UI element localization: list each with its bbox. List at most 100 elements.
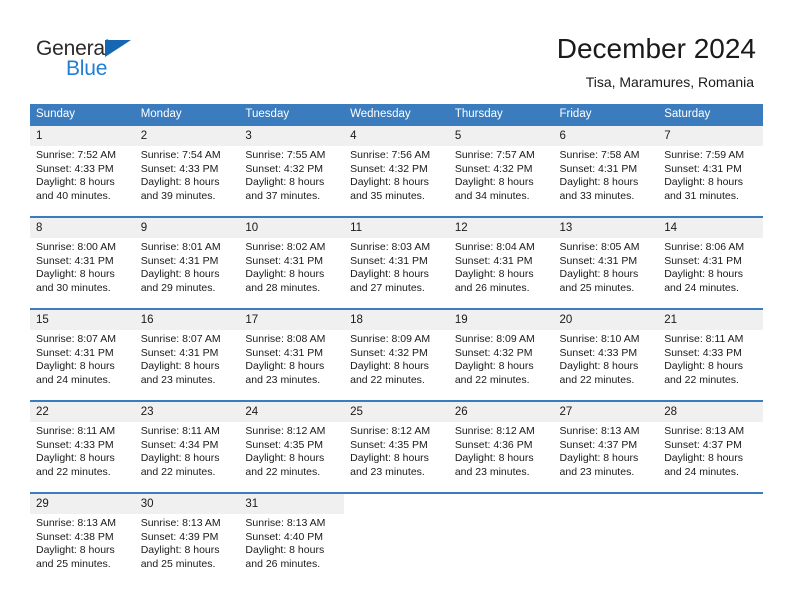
sunrise-text: Sunrise: 8:10 AM bbox=[559, 333, 640, 345]
sunrise-text: Sunrise: 8:13 AM bbox=[245, 517, 326, 529]
calendar-day-cell[interactable]: 23 Sunrise: 8:11 AM Sunset: 4:34 PM Dayligh… bbox=[134, 400, 240, 480]
sunset-text: Sunset: 4:31 PM bbox=[36, 254, 114, 267]
calendar-day-cell[interactable]: 20 Sunrise: 8:10 AM Sunset: 4:33 PM Dayligh… bbox=[553, 308, 659, 388]
calendar-day-cell[interactable]: 17 Sunrise: 8:08 AM Sunset: 4:31 PM Dayligh… bbox=[239, 308, 345, 388]
daylight-text-line2: and 22 minutes. bbox=[664, 373, 739, 386]
day-number: 6 bbox=[553, 126, 659, 146]
sunrise-text: Sunrise: 8:00 AM bbox=[36, 241, 116, 253]
calendar-day-cell[interactable]: 7 Sunrise: 7:59 AM Sunset: 4:31 PM Daylight… bbox=[658, 126, 763, 204]
daylight-text-line2: and 23 minutes. bbox=[245, 373, 321, 386]
day-cell-content: 29 Sunrise: 8:13 AM Sunset: 4:38 PM Dayligh… bbox=[30, 494, 135, 572]
sunrise-text: Sunrise: 8:13 AM bbox=[664, 425, 745, 437]
day-sun-info bbox=[658, 514, 763, 517]
calendar-day-cell[interactable]: 19 Sunrise: 8:09 AM Sunset: 4:32 PM Dayligh… bbox=[448, 308, 554, 388]
day-sun-info: Sunrise: 8:13 AM Sunset: 4:38 PM Daylight:… bbox=[30, 514, 135, 571]
sunset-text: Sunset: 4:33 PM bbox=[559, 346, 638, 359]
weekday-header-saturday: Saturday bbox=[658, 104, 763, 126]
weekday-header-friday: Friday bbox=[553, 104, 659, 126]
calendar-day-cell[interactable]: 25 Sunrise: 8:12 AM Sunset: 4:35 PM Dayligh… bbox=[344, 400, 449, 480]
daylight-text-line1: Daylight: 8 hours bbox=[559, 360, 639, 372]
general-blue-logo[interactable]: General Blue bbox=[36, 38, 256, 84]
day-sun-info: Sunrise: 8:10 AM Sunset: 4:33 PM Daylight:… bbox=[554, 330, 659, 387]
calendar-day-cell[interactable]: 8 Sunrise: 8:00 AM Sunset: 4:31 PM Daylight… bbox=[30, 216, 135, 296]
daylight-text-line1: Daylight: 8 hours bbox=[36, 452, 115, 464]
daylight-text-line1: Daylight: 8 hours bbox=[350, 360, 429, 372]
day-number: 14 bbox=[658, 218, 763, 238]
calendar-day-cell[interactable]: 16 Sunrise: 8:07 AM Sunset: 4:31 PM Dayligh… bbox=[134, 308, 240, 388]
day-number: 5 bbox=[448, 126, 554, 146]
calendar-day-cell[interactable]: 13 Sunrise: 8:05 AM Sunset: 4:31 PM Dayligh… bbox=[553, 216, 659, 296]
calendar-day-cell[interactable]: 11 Sunrise: 8:03 AM Sunset: 4:31 PM Dayligh… bbox=[344, 216, 449, 296]
sunrise-text: Sunrise: 7:58 AM bbox=[559, 149, 640, 161]
calendar-day-cell[interactable]: 31 Sunrise: 8:13 AM Sunset: 4:40 PM Dayligh… bbox=[239, 492, 345, 572]
daylight-text-line2: and 25 minutes. bbox=[140, 557, 216, 570]
daylight-text-line2: and 24 minutes. bbox=[36, 373, 111, 386]
calendar-day-cell bbox=[344, 492, 449, 572]
daylight-text-line1: Daylight: 8 hours bbox=[245, 268, 325, 280]
sunrise-text: Sunrise: 8:12 AM bbox=[454, 425, 535, 437]
calendar-day-cell[interactable]: 30 Sunrise: 8:13 AM Sunset: 4:39 PM Dayligh… bbox=[134, 492, 240, 572]
calendar-day-cell[interactable]: 21 Sunrise: 8:11 AM Sunset: 4:33 PM Dayligh… bbox=[658, 308, 763, 388]
day-sun-info: Sunrise: 8:13 AM Sunset: 4:39 PM Daylight:… bbox=[135, 514, 240, 571]
day-sun-info: Sunrise: 8:13 AM Sunset: 4:40 PM Daylight:… bbox=[239, 514, 344, 571]
day-cell-content: 17 Sunrise: 8:08 AM Sunset: 4:31 PM Dayligh… bbox=[239, 310, 345, 388]
calendar-day-cell[interactable]: 1 Sunrise: 7:52 AM Sunset: 4:33 PM Daylight… bbox=[30, 126, 135, 204]
day-cell-content: 31 Sunrise: 8:13 AM Sunset: 4:40 PM Dayligh… bbox=[239, 494, 345, 572]
calendar-day-cell[interactable]: 3 Sunrise: 7:55 AM Sunset: 4:32 PM Daylight… bbox=[239, 126, 345, 204]
day-sun-info: Sunrise: 8:04 AM Sunset: 4:31 PM Daylight:… bbox=[449, 238, 554, 295]
sunrise-text: Sunrise: 8:13 AM bbox=[559, 425, 640, 437]
calendar-day-cell bbox=[448, 492, 554, 572]
daylight-text-line2: and 37 minutes. bbox=[245, 189, 321, 202]
calendar-day-cell[interactable]: 22 Sunrise: 8:11 AM Sunset: 4:33 PM Dayligh… bbox=[30, 400, 135, 480]
calendar-day-cell[interactable]: 14 Sunrise: 8:06 AM Sunset: 4:31 PM Dayligh… bbox=[658, 216, 763, 296]
day-cell-content: 1 Sunrise: 7:52 AM Sunset: 4:33 PM Daylight… bbox=[30, 126, 135, 204]
daylight-text-line2: and 23 minutes. bbox=[140, 373, 216, 386]
daylight-text-line1: Daylight: 8 hours bbox=[454, 360, 534, 372]
calendar-week-row: 15 Sunrise: 8:07 AM Sunset: 4:31 PM Dayligh… bbox=[30, 308, 763, 388]
calendar-day-cell[interactable]: 24 Sunrise: 8:12 AM Sunset: 4:35 PM Dayligh… bbox=[239, 400, 345, 480]
page-title: December 2024 bbox=[556, 33, 756, 64]
calendar-day-cell[interactable]: 26 Sunrise: 8:12 AM Sunset: 4:36 PM Dayligh… bbox=[448, 400, 554, 480]
calendar-day-cell bbox=[553, 492, 659, 572]
calendar-day-cell[interactable]: 9 Sunrise: 8:01 AM Sunset: 4:31 PM Daylight… bbox=[134, 216, 240, 296]
calendar-day-cell[interactable]: 27 Sunrise: 8:13 AM Sunset: 4:37 PM Dayligh… bbox=[553, 400, 659, 480]
day-sun-info: Sunrise: 7:54 AM Sunset: 4:33 PM Daylight:… bbox=[135, 146, 240, 203]
calendar-day-cell[interactable]: 5 Sunrise: 7:57 AM Sunset: 4:32 PM Daylight… bbox=[448, 126, 554, 204]
day-number: 1 bbox=[30, 126, 135, 146]
day-cell-content: 16 Sunrise: 8:07 AM Sunset: 4:31 PM Dayligh… bbox=[134, 310, 240, 388]
week-spacer-cell bbox=[30, 480, 763, 493]
day-cell-content: 2 Sunrise: 7:54 AM Sunset: 4:33 PM Daylight… bbox=[134, 126, 240, 204]
sunrise-text: Sunrise: 7:52 AM bbox=[36, 149, 116, 161]
sunset-text: Sunset: 4:39 PM bbox=[140, 530, 219, 543]
daylight-text-line1: Daylight: 8 hours bbox=[559, 268, 639, 280]
day-sun-info: Sunrise: 8:09 AM Sunset: 4:32 PM Daylight:… bbox=[449, 330, 554, 387]
day-cell-content: 4 Sunrise: 7:56 AM Sunset: 4:32 PM Daylight… bbox=[344, 126, 449, 204]
sunset-text: Sunset: 4:33 PM bbox=[36, 162, 114, 175]
calendar-day-cell[interactable]: 10 Sunrise: 8:02 AM Sunset: 4:31 PM Dayligh… bbox=[239, 216, 345, 296]
week-spacer-cell bbox=[30, 388, 763, 401]
calendar-day-cell[interactable]: 12 Sunrise: 8:04 AM Sunset: 4:31 PM Dayligh… bbox=[448, 216, 554, 296]
sunrise-text: Sunrise: 8:08 AM bbox=[245, 333, 326, 345]
day-sun-info: Sunrise: 8:12 AM Sunset: 4:35 PM Daylight:… bbox=[344, 422, 449, 479]
day-number bbox=[553, 494, 659, 514]
day-number: 19 bbox=[448, 310, 554, 330]
calendar-day-cell[interactable]: 18 Sunrise: 8:09 AM Sunset: 4:32 PM Dayligh… bbox=[344, 308, 449, 388]
sunrise-text: Sunrise: 7:57 AM bbox=[454, 149, 535, 161]
daylight-text-line1: Daylight: 8 hours bbox=[350, 176, 429, 188]
calendar-day-cell[interactable]: 15 Sunrise: 8:07 AM Sunset: 4:31 PM Dayligh… bbox=[30, 308, 135, 388]
sunrise-text: Sunrise: 7:59 AM bbox=[664, 149, 745, 161]
calendar-day-cell[interactable]: 4 Sunrise: 7:56 AM Sunset: 4:32 PM Daylight… bbox=[344, 126, 449, 204]
calendar-day-cell[interactable]: 6 Sunrise: 7:58 AM Sunset: 4:31 PM Daylight… bbox=[553, 126, 659, 204]
daylight-text-line1: Daylight: 8 hours bbox=[140, 360, 220, 372]
sunrise-text: Sunrise: 8:01 AM bbox=[140, 241, 221, 253]
day-number bbox=[658, 494, 763, 514]
daylight-text-line2: and 27 minutes. bbox=[350, 281, 425, 294]
day-cell-content bbox=[553, 494, 659, 572]
day-cell-content: 3 Sunrise: 7:55 AM Sunset: 4:32 PM Daylight… bbox=[239, 126, 345, 204]
daylight-text-line2: and 23 minutes. bbox=[559, 465, 635, 478]
calendar-day-cell[interactable]: 2 Sunrise: 7:54 AM Sunset: 4:33 PM Daylight… bbox=[134, 126, 240, 204]
calendar-body: 1 Sunrise: 7:52 AM Sunset: 4:33 PM Daylight… bbox=[30, 126, 763, 572]
calendar-day-cell[interactable]: 29 Sunrise: 8:13 AM Sunset: 4:38 PM Dayligh… bbox=[30, 492, 135, 572]
calendar-day-cell[interactable]: 28 Sunrise: 8:13 AM Sunset: 4:37 PM Dayligh… bbox=[658, 400, 763, 480]
week-spacer bbox=[30, 480, 763, 493]
